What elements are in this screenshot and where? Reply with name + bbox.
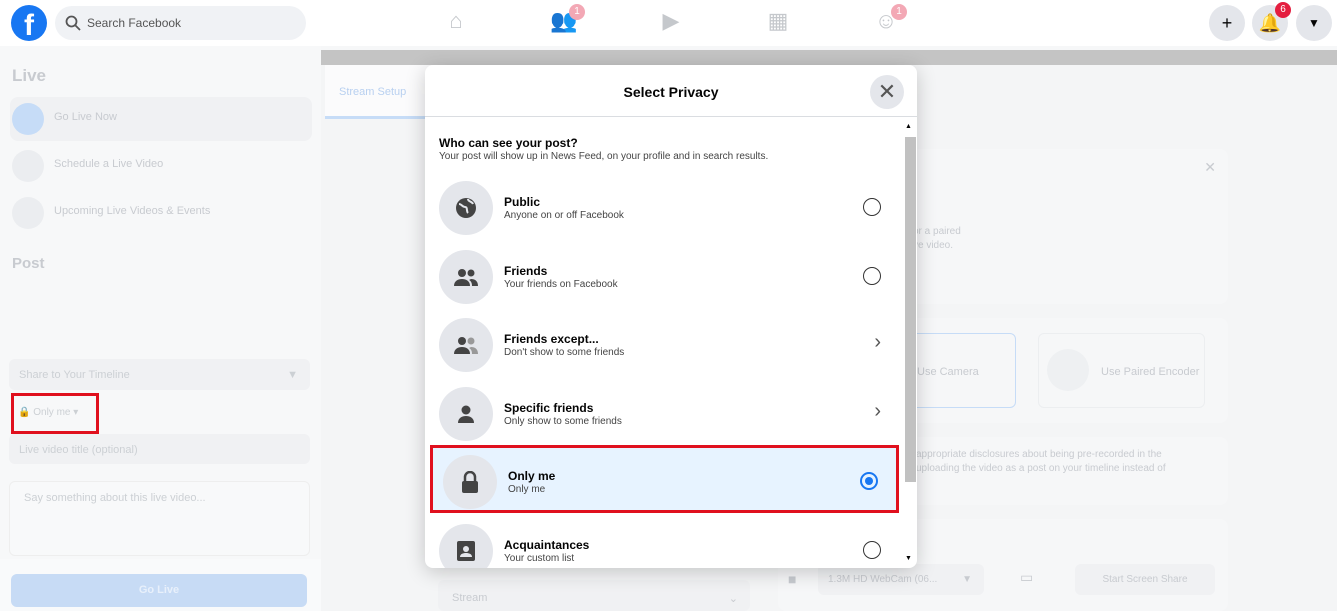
sidebar-item-label: Schedule a Live Video bbox=[54, 158, 164, 170]
account-menu-chevron-icon[interactable]: ▼ bbox=[1296, 5, 1332, 41]
question: Who can see your post? bbox=[439, 136, 578, 150]
friends-icon bbox=[439, 249, 493, 304]
share-to-select[interactable]: Share to Your Timeline ▼ bbox=[9, 359, 310, 390]
option-title: Friends bbox=[504, 263, 548, 278]
radio-button[interactable] bbox=[863, 266, 881, 285]
option-subtitle: Anyone on or off Facebook bbox=[504, 210, 624, 221]
sidebar-item-label: Go Live Now bbox=[54, 111, 117, 123]
friends-except-icon bbox=[439, 318, 493, 372]
chevron-down-icon: ▼ bbox=[287, 369, 298, 381]
sidebar-item-schedule[interactable]: Schedule a Live Video bbox=[10, 144, 312, 188]
option-subtitle: Only me bbox=[508, 484, 546, 495]
use-paired-encoder-option[interactable]: Use Paired Encoder bbox=[1038, 333, 1205, 408]
question-sub: Your post will show up in News Feed, on … bbox=[439, 151, 769, 162]
link-icon bbox=[1047, 349, 1089, 391]
option-title: Specific friends bbox=[504, 400, 594, 415]
tab-stream-setup[interactable]: Stream Setup bbox=[325, 65, 435, 119]
lock-icon bbox=[443, 455, 497, 509]
banner bbox=[321, 50, 1337, 65]
person-icon bbox=[439, 386, 493, 441]
video-camera-icon bbox=[12, 103, 44, 135]
option-subtitle: Only show to some friends bbox=[504, 415, 622, 427]
option-title: Friends except... bbox=[504, 332, 599, 346]
option-subtitle: Your custom list bbox=[504, 552, 575, 564]
privacy-option-only-me[interactable]: Only me Only me bbox=[430, 445, 899, 513]
video-camera-icon: ■ bbox=[788, 571, 797, 587]
close-icon[interactable]: ✕ bbox=[870, 75, 904, 109]
live-heading: Live bbox=[12, 66, 47, 85]
privacy-label: Only me bbox=[33, 407, 71, 418]
search-placeholder: Search Facebook bbox=[87, 16, 182, 30]
sidebar-item-go-live-now[interactable]: Go Live Now bbox=[10, 97, 312, 141]
chevron-right-icon: › bbox=[874, 399, 881, 422]
radio-button[interactable] bbox=[860, 472, 878, 490]
select-privacy-dialog: Select Privacy ✕ Who can see your post? … bbox=[425, 65, 917, 568]
info-text: or a paired bbox=[913, 226, 961, 237]
option-title: Only me bbox=[508, 469, 556, 483]
clock-icon bbox=[12, 150, 44, 182]
post-heading: Post bbox=[12, 255, 45, 272]
lock-icon: 🔒 bbox=[18, 407, 31, 418]
description-input[interactable]: Say something about this live video... bbox=[9, 481, 310, 556]
privacy-button[interactable]: 🔒 Only me ▾ bbox=[11, 393, 99, 434]
option-title: Acquaintances bbox=[504, 537, 590, 552]
info-text: ve video. bbox=[913, 240, 954, 251]
chevron-down-icon: ⌄ bbox=[728, 593, 738, 605]
use-camera-label: Use Camera bbox=[917, 366, 979, 378]
scroll-up-icon[interactable]: ▲ bbox=[905, 123, 912, 130]
option-subtitle: Your friends on Facebook bbox=[504, 278, 618, 290]
go-live-button[interactable]: Go Live bbox=[11, 574, 307, 607]
webcam-select[interactable]: 1.3M HD WebCam (06... ▼ bbox=[818, 564, 984, 595]
start-screen-share-button[interactable]: Start Screen Share bbox=[1075, 564, 1215, 595]
scroll-down-icon[interactable]: ▼ bbox=[905, 555, 912, 562]
radio-button[interactable] bbox=[863, 198, 881, 216]
option-subtitle: Don't show to some friends bbox=[504, 347, 625, 358]
stream-label: Stream bbox=[452, 592, 488, 604]
sidebar-item-label: Upcoming Live Videos & Events bbox=[54, 205, 211, 217]
globe-icon bbox=[439, 181, 493, 235]
groups-icon[interactable]: ☺ 1 bbox=[871, 4, 907, 38]
groups-badge: 1 bbox=[891, 4, 907, 20]
radio-button[interactable] bbox=[863, 540, 881, 559]
scrollbar-thumb[interactable] bbox=[905, 137, 916, 482]
friends-badge: 1 bbox=[569, 4, 585, 20]
search-input[interactable]: Search Facebook bbox=[55, 6, 306, 40]
chevron-right-icon: › bbox=[874, 331, 881, 353]
home-icon[interactable]: ⌂ bbox=[441, 8, 471, 38]
facebook-logo[interactable]: f bbox=[11, 5, 47, 41]
sidebar: Live Go Live Now Schedule a Live Video U… bbox=[0, 46, 321, 611]
sidebar-item-upcoming[interactable]: Upcoming Live Videos & Events bbox=[10, 191, 312, 235]
search-icon bbox=[65, 15, 81, 31]
chevron-down-icon: ▼ bbox=[962, 574, 972, 585]
disclosure-text: uploading the video as a post on your ti… bbox=[916, 463, 1166, 474]
top-bar: f Search Facebook ⌂ 👥 1 ▶ ▦ ☺ 1 + 🔔 6 ▼ bbox=[0, 0, 1337, 46]
create-plus-icon[interactable]: + bbox=[1209, 5, 1245, 41]
webcam-label: 1.3M HD WebCam (06... bbox=[828, 574, 938, 585]
laptop-icon: ▭ bbox=[1020, 569, 1034, 585]
close-icon[interactable]: ✕ bbox=[1204, 159, 1216, 176]
privacy-option-friends[interactable]: Friends Your friends on Facebook bbox=[429, 243, 899, 311]
notifications-badge: 6 bbox=[1275, 2, 1291, 18]
disclosure-text: appropriate disclosures about being pre-… bbox=[916, 449, 1162, 460]
privacy-option-acquaintances[interactable]: Acquaintances Your custom list bbox=[429, 517, 899, 568]
contact-list-icon bbox=[439, 523, 493, 568]
stream-select[interactable]: Stream ⌄ bbox=[438, 580, 750, 611]
share-select-label: Share to Your Timeline bbox=[19, 369, 130, 381]
title-input[interactable]: Live video title (optional) bbox=[9, 434, 310, 464]
dialog-title: Select Privacy bbox=[425, 65, 917, 117]
watch-icon[interactable]: ▶ bbox=[656, 8, 686, 38]
privacy-option-public[interactable]: Public Anyone on or off Facebook bbox=[429, 174, 899, 242]
encoder-label: Use Paired Encoder bbox=[1101, 366, 1200, 378]
calendar-star-icon bbox=[12, 197, 44, 229]
notifications-bell-icon[interactable]: 🔔 6 bbox=[1252, 2, 1291, 41]
scrollbar[interactable]: ▲ ▼ bbox=[903, 121, 916, 564]
marketplace-icon[interactable]: ▦ bbox=[763, 8, 793, 38]
privacy-option-friends-except[interactable]: Friends except... Don't show to some fri… bbox=[429, 311, 899, 379]
friends-nav-icon[interactable]: 👥 1 bbox=[549, 4, 585, 38]
option-title: Public bbox=[504, 195, 541, 209]
privacy-option-specific-friends[interactable]: Specific friends Only show to some frien… bbox=[429, 380, 899, 448]
